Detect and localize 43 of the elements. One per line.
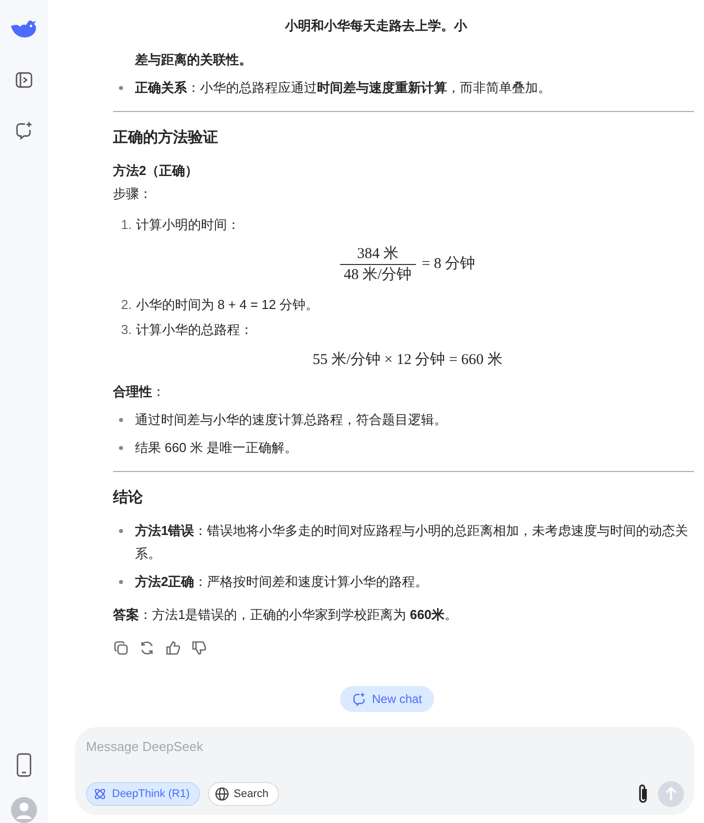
thumbs-up-icon[interactable]: [165, 640, 181, 656]
bullet-dot: [119, 529, 123, 533]
new-chat-icon[interactable]: [14, 120, 34, 140]
search-toggle[interactable]: Search: [208, 782, 278, 806]
bullet-dot: [119, 86, 123, 90]
fraction-numerator: 384 米: [356, 244, 400, 264]
refresh-icon[interactable]: [139, 640, 155, 656]
bullet-text: 正确关系：小华的总路程应通过时间差与速度重新计算，而非简单叠加。: [135, 79, 551, 97]
bullet-dot: [119, 580, 123, 584]
deepthink-toggle[interactable]: DeepThink (R1): [86, 782, 200, 806]
bullet-text: 方法2正确：严格按时间差和速度计算小华的路程。: [135, 573, 428, 591]
step-number: 1.: [121, 216, 132, 234]
formula-text: 55 米/分钟 × 12 分钟 = 660 米: [312, 350, 502, 370]
bullet-text: 方法1错误：错误地将小华多走的时间对应路程与小明的总距离相加，未考虑速度与时间的动态关系。: [135, 522, 690, 563]
sidebar-toggle-icon[interactable]: [14, 70, 34, 90]
section-heading: 正确的方法验证: [113, 128, 219, 148]
new-chat-button[interactable]: New chat: [340, 686, 434, 712]
phone-icon[interactable]: [16, 753, 32, 777]
paragraph: 合理性：: [113, 383, 166, 401]
message-input[interactable]: Message DeepSeek: [86, 737, 684, 755]
globe-icon: [214, 787, 229, 801]
bullet-text: 通过时间差与小华的速度计算总路程，符合题目逻辑。: [135, 411, 447, 429]
chat-title: 小明和小华每天走路去上学。小: [285, 17, 467, 35]
bullet-dot: [119, 446, 123, 450]
bullet-text: 结果 660 米 是唯一正确解。: [135, 439, 298, 457]
section-heading: 结论: [113, 488, 144, 508]
copy-icon[interactable]: [113, 640, 129, 656]
step-number: 3.: [121, 321, 132, 339]
atom-icon: [93, 787, 107, 801]
step-text: 计算小华的总路程：: [136, 321, 253, 339]
step-text: 小华的时间为 8 + 4 = 12 分钟。: [136, 296, 319, 314]
bullet-dot: [119, 418, 123, 422]
paragraph: 答案：方法1是错误的，正确的小华家到学校距离为 660米。: [113, 606, 459, 624]
fraction-denominator: 48 米/分钟: [340, 264, 416, 285]
paragraph: 步骤：: [113, 185, 153, 203]
paperclip-icon[interactable]: [636, 783, 650, 805]
thumbs-down-icon[interactable]: [191, 640, 207, 656]
step-text: 计算小明的时间：: [136, 216, 240, 234]
new-chat-icon: [352, 692, 366, 706]
step-number: 2.: [121, 296, 132, 314]
bullet-text: 差与距离的关联性。: [134, 51, 253, 69]
formula-text: = 8 分钟: [422, 254, 476, 274]
subheading: 方法2（正确）: [113, 162, 200, 180]
